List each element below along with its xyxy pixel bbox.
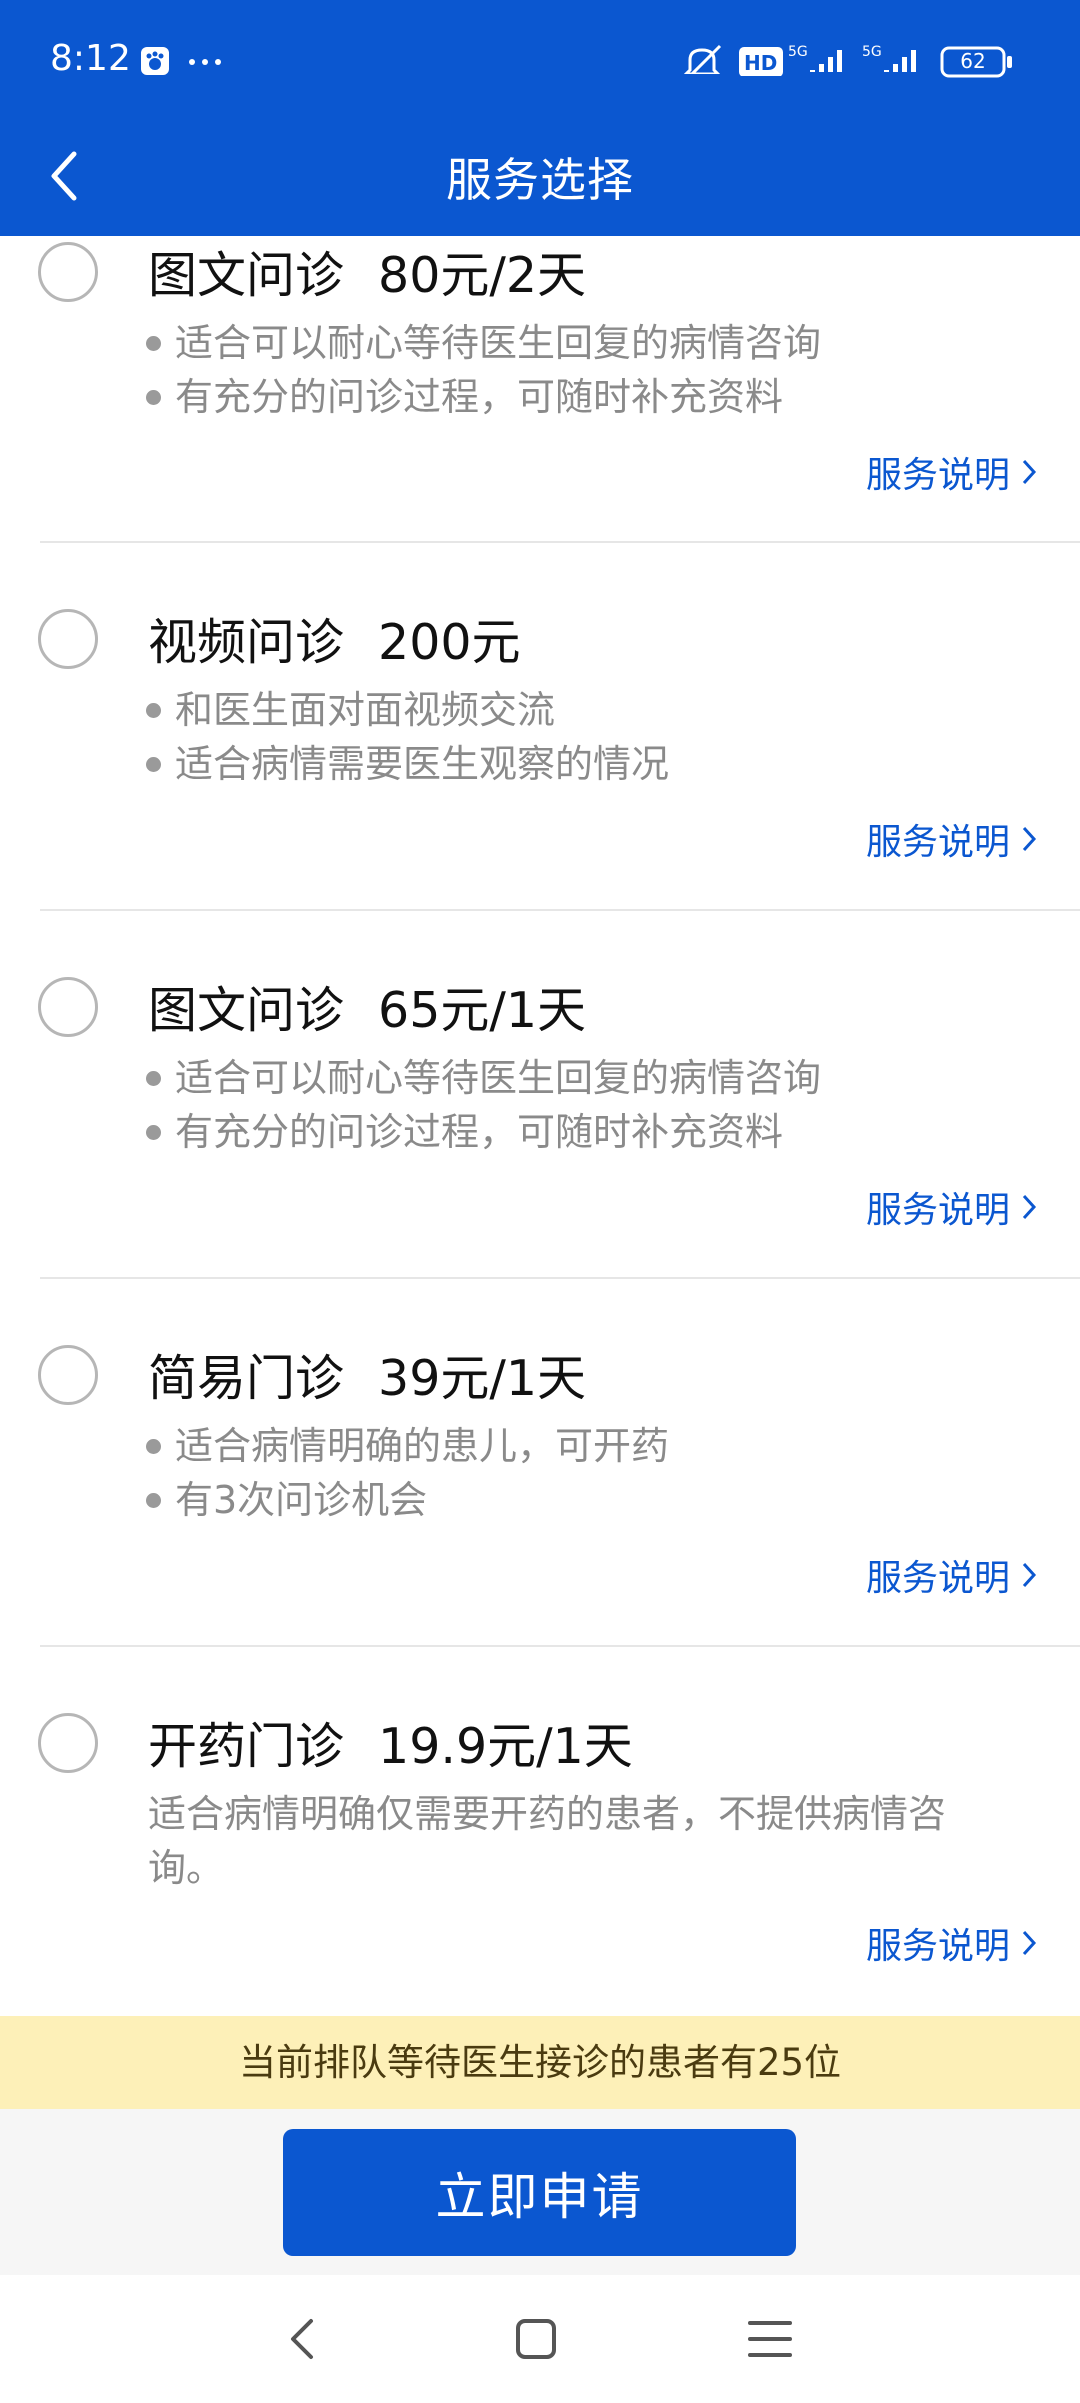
service-info-link[interactable]: 服务说明 <box>866 1181 1038 1233</box>
service-info-label: 服务说明 <box>865 1926 1010 1967</box>
status-bar: 8:12 HD 5G 5G 62 <box>0 0 1080 126</box>
service-type: 图文问诊 <box>148 247 345 304</box>
radio-button[interactable] <box>38 609 98 669</box>
service-option[interactable]: 图文问诊 65元/1天 适合可以耐心等待医生回复的病情咨询 有充分的问诊过程，可随… <box>0 911 1080 1279</box>
bullet-text: 有充分的问诊过程，可随时补充资料 <box>175 375 784 419</box>
system-nav-bar <box>0 2275 1080 2403</box>
svg-text:HD: HD <box>744 51 777 75</box>
service-description: 适合病情明确仅需要开药的患者，不提供病情咨询。 <box>148 1792 947 1890</box>
service-price: 65元/1天 <box>378 982 587 1039</box>
status-time: 8:12 <box>50 38 131 79</box>
service-name: 简易门诊 39元/1天 <box>148 1339 586 1410</box>
home-square-icon[interactable] <box>506 2309 566 2369</box>
service-price: 200元 <box>378 614 521 671</box>
bullet-text: 有充分的问诊过程，可随时补充资料 <box>175 1110 784 1154</box>
bullet-dot <box>146 1438 161 1454</box>
bullet-dot <box>146 702 161 718</box>
apply-button[interactable]: 立即申请 <box>283 2129 796 2256</box>
service-option[interactable]: 视频问诊 200元 和医生面对面视频交流 适合病情需要医生观察的情况 服务说明 <box>0 543 1080 911</box>
bullet-text: 有3次问诊机会 <box>175 1478 428 1522</box>
radio-button[interactable] <box>38 1713 98 1773</box>
service-info-label: 服务说明 <box>865 1558 1010 1599</box>
radio-button[interactable] <box>38 242 98 302</box>
service-option[interactable]: 开药门诊 19.9元/1天 适合病情明确仅需要开药的患者，不提供病情咨询。 服务说… <box>0 1647 1080 2017</box>
more-dots-icon <box>189 59 221 65</box>
service-option[interactable]: 简易门诊 39元/1天 适合病情明确的患儿，可开药 有3次问诊机会 服务说明 <box>0 1279 1080 1647</box>
chevron-right-icon <box>1022 1930 1037 1956</box>
bullet-text: 适合病情需要医生观察的情况 <box>175 742 670 786</box>
service-info-link[interactable]: 服务说明 <box>866 446 1038 498</box>
queue-notice: 当前排队等待医生接诊的患者有25位 <box>0 2016 1080 2109</box>
service-name: 视频问诊 200元 <box>148 603 521 674</box>
bullet-dot <box>146 1124 161 1140</box>
service-name: 图文问诊 80元/2天 <box>148 236 586 307</box>
hd-icon: HD <box>739 47 783 76</box>
radio-button[interactable] <box>38 977 98 1037</box>
service-type: 视频问诊 <box>148 614 345 671</box>
service-info-label: 服务说明 <box>865 822 1010 863</box>
service-bullets: 和医生面对面视频交流 适合病情需要医生观察的情况 <box>146 683 669 791</box>
bullet-dot <box>146 389 161 405</box>
svg-text:5G: 5G <box>862 44 882 60</box>
bullet-dot <box>146 1492 161 1508</box>
bullet-text: 适合可以耐心等待医生回复的病情咨询 <box>175 321 822 365</box>
signal-5g-icon: 5G <box>788 44 842 72</box>
service-price: 19.9元/1天 <box>378 1718 633 1775</box>
bullet-text: 适合病情明确的患儿，可开药 <box>175 1424 670 1468</box>
battery-level: 62 <box>960 49 986 73</box>
signal-5g-icon: 5G <box>862 44 916 72</box>
mute-icon <box>683 44 722 74</box>
bullet-dot <box>146 1070 161 1086</box>
service-bullets: 适合病情明确的患儿，可开药 有3次问诊机会 <box>146 1419 669 1527</box>
service-type: 图文问诊 <box>148 982 345 1039</box>
menu-lines-icon[interactable] <box>740 2309 800 2369</box>
service-bullets: 适合可以耐心等待医生回复的病情咨询 有充分的问诊过程，可随时补充资料 <box>146 1051 821 1159</box>
baidu-app-icon <box>141 47 169 75</box>
back-triangle-icon[interactable] <box>273 2309 333 2369</box>
app-bar: 服务选择 <box>0 126 1080 236</box>
service-option[interactable]: 图文问诊 80元/2天 适合可以耐心等待医生回复的病情咨询 有充分的问诊过程，可随… <box>0 236 1080 543</box>
service-name: 开药门诊 19.9元/1天 <box>148 1707 633 1778</box>
service-info-label: 服务说明 <box>865 1190 1010 1231</box>
battery-icon: 62 <box>940 46 1012 78</box>
bullet-text: 适合可以耐心等待医生回复的病情咨询 <box>175 1056 822 1100</box>
svg-text:5G: 5G <box>788 44 808 60</box>
chevron-right-icon <box>1022 1194 1037 1220</box>
service-list: 图文问诊 80元/2天 适合可以耐心等待医生回复的病情咨询 有充分的问诊过程，可随… <box>0 236 1080 2017</box>
service-info-link[interactable]: 服务说明 <box>866 1549 1038 1601</box>
service-name: 图文问诊 65元/1天 <box>148 971 586 1042</box>
page-title: 服务选择 <box>446 153 634 207</box>
service-type: 开药门诊 <box>148 1718 345 1775</box>
chevron-right-icon <box>1022 826 1037 852</box>
radio-button[interactable] <box>38 1345 98 1405</box>
chevron-right-icon <box>1022 459 1037 485</box>
service-price: 80元/2天 <box>378 247 587 304</box>
service-price: 39元/1天 <box>378 1350 587 1407</box>
service-type: 简易门诊 <box>148 1350 345 1407</box>
service-info-label: 服务说明 <box>865 455 1010 496</box>
bullet-dot <box>146 756 161 772</box>
chevron-right-icon <box>1022 1562 1037 1588</box>
service-info-link[interactable]: 服务说明 <box>866 1917 1038 1969</box>
bullet-text: 和医生面对面视频交流 <box>175 688 556 732</box>
service-bullets: 适合可以耐心等待医生回复的病情咨询 有充分的问诊过程，可随时补充资料 <box>146 316 821 424</box>
bottom-action-bar: 立即申请 <box>0 2109 1080 2275</box>
bullet-dot <box>146 335 161 351</box>
service-info-link[interactable]: 服务说明 <box>866 813 1038 865</box>
